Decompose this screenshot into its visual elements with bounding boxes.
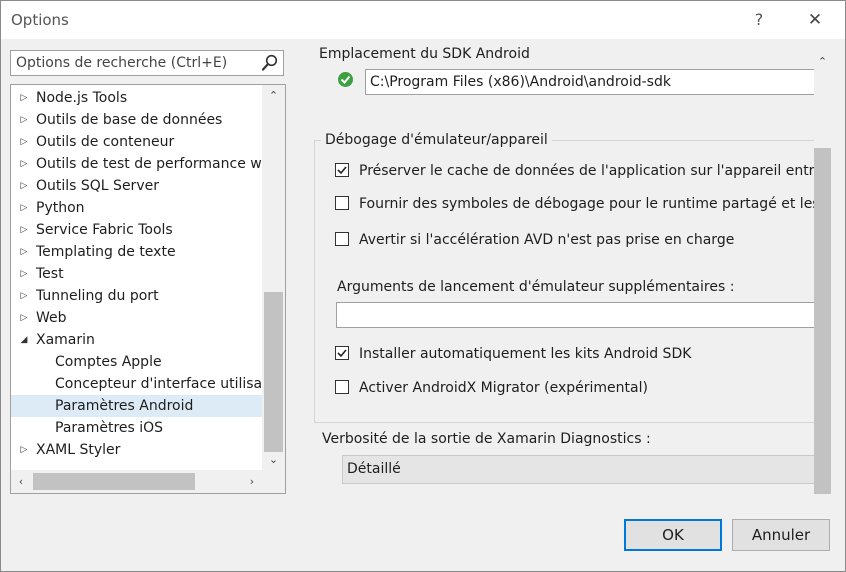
checkbox-box[interactable] xyxy=(335,163,349,177)
collapsed-arrow-icon[interactable]: ▷ xyxy=(18,153,30,175)
tree-item[interactable]: ▷ Python xyxy=(11,197,263,219)
tree-item-label: Python xyxy=(36,200,85,216)
verbosity-dropdown[interactable]: Détaillé xyxy=(342,455,814,484)
collapsed-arrow-icon[interactable]: ▷ xyxy=(18,439,30,461)
tree-item[interactable]: ▷ Outils de conteneur xyxy=(11,131,263,153)
debug-group-title: Débogage d'émulateur/appareil xyxy=(321,132,552,148)
expanded-arrow-icon[interactable]: ◢ xyxy=(18,329,30,351)
collapsed-arrow-icon[interactable]: ▷ xyxy=(18,197,30,219)
tree-item-label: Outils de test de performance web xyxy=(36,156,263,172)
checkbox-box[interactable] xyxy=(335,232,349,246)
sdk-location-label: Emplacement du SDK Android xyxy=(319,46,530,62)
tree-item-label: XAML Styler xyxy=(36,442,121,458)
tree-item[interactable]: ◢ Xamarin xyxy=(11,329,263,351)
checkbox-label: Avertir si l'accélération AVD n'est pas … xyxy=(359,232,735,248)
checkbox-label: Installer automatiquement les kits Andro… xyxy=(359,346,692,362)
title-bar: Options ? ✕ xyxy=(1,1,845,39)
cancel-button[interactable]: Annuler xyxy=(732,519,830,551)
tree-item[interactable]: ▷ Outils de test de performance web xyxy=(11,153,263,175)
tree-item[interactable]: ▷ Outils de base de données xyxy=(11,109,263,131)
tree-item[interactable]: ▷ Test xyxy=(11,263,263,285)
tree-item-label: Outils de conteneur xyxy=(36,134,175,150)
valid-check-icon xyxy=(338,72,353,87)
tree-item[interactable]: Concepteur d'interface utilisateur xyxy=(11,373,263,395)
emulator-args-input[interactable] xyxy=(336,302,814,328)
checkbox-label: Préserver le cache de données de l'appli… xyxy=(359,163,814,179)
sdk-path-field[interactable]: C:\Program Files (x86)\Android\android-s… xyxy=(365,69,814,95)
search-icon[interactable] xyxy=(261,54,279,72)
tree-item-label: Paramètres iOS xyxy=(55,420,164,436)
ok-button[interactable]: OK xyxy=(624,519,722,551)
tree-vertical-scroll-thumb[interactable] xyxy=(264,292,283,452)
search-box[interactable] xyxy=(10,50,284,76)
collapsed-arrow-icon[interactable]: ▷ xyxy=(18,175,30,197)
tree-item-label: Xamarin xyxy=(36,332,95,348)
window-title: Options xyxy=(11,11,69,29)
content-scroll-thumb[interactable] xyxy=(814,148,831,494)
tree-item-label: Outils SQL Server xyxy=(36,178,159,194)
tree-item-label: Test xyxy=(36,266,64,282)
help-button[interactable]: ? xyxy=(746,7,772,33)
tree-item[interactable]: Comptes Apple xyxy=(11,351,263,373)
options-dialog: Options ? ✕ ▷ Node.js Tools ▷ Outils de bas… xyxy=(0,0,846,572)
collapsed-arrow-icon[interactable]: ▷ xyxy=(18,131,30,153)
tree-item[interactable]: ▷ XAML Styler xyxy=(11,439,263,461)
tree-scroll-left-icon[interactable]: ‹ xyxy=(11,472,31,491)
tree-scroll-up-icon[interactable]: ⌃ xyxy=(262,87,285,105)
tree-item-label: Web xyxy=(36,310,67,326)
options-tree[interactable]: ▷ Node.js Tools ▷ Outils de base de données… xyxy=(10,84,286,494)
checkbox-label: Fournir des symboles de débogage pour le… xyxy=(359,196,814,212)
tree-item[interactable]: Paramètres Android xyxy=(11,395,263,417)
collapsed-arrow-icon[interactable]: ▷ xyxy=(18,263,30,285)
tree-item[interactable]: ▷ Templating de texte xyxy=(11,241,263,263)
tree-item-label: Concepteur d'interface utilisateur xyxy=(55,376,263,392)
tree-item[interactable]: ▷ Tunneling du port xyxy=(11,285,263,307)
search-input[interactable] xyxy=(11,51,265,75)
tree-scroll-right-icon[interactable]: › xyxy=(242,472,262,491)
tree-item-label: Service Fabric Tools xyxy=(36,222,173,238)
tree-item[interactable]: ▷ Node.js Tools xyxy=(11,87,263,109)
checkbox-box[interactable] xyxy=(335,346,349,360)
tree-horizontal-scroll-thumb[interactable] xyxy=(33,473,195,490)
emulator-args-label: Arguments de lancement d'émulateur suppl… xyxy=(337,279,735,295)
tree-item[interactable]: ▷ Outils SQL Server xyxy=(11,175,263,197)
tree-item-label: Comptes Apple xyxy=(55,354,162,370)
tree-item[interactable]: Paramètres iOS xyxy=(11,417,263,439)
tree-item-label: Paramètres Android xyxy=(55,398,194,414)
collapsed-arrow-icon[interactable]: ▷ xyxy=(18,241,30,263)
checkbox-box[interactable] xyxy=(335,380,349,394)
tree-item-label: Outils de base de données xyxy=(36,112,223,128)
verbosity-label: Verbosité de la sortie de Xamarin Diagno… xyxy=(322,431,651,447)
collapsed-arrow-icon[interactable]: ▷ xyxy=(18,109,30,131)
settings-content: Emplacement du SDK Android C:\Program Fi… xyxy=(301,41,814,493)
scroll-corner xyxy=(262,470,285,493)
collapsed-arrow-icon[interactable]: ▷ xyxy=(18,219,30,241)
collapsed-arrow-icon[interactable]: ▷ xyxy=(18,87,30,109)
tree-item-label: Node.js Tools xyxy=(36,90,128,106)
collapsed-arrow-icon[interactable]: ▷ xyxy=(18,285,30,307)
tree-item-label: Templating de texte xyxy=(36,244,176,260)
tree-item-label: Tunneling du port xyxy=(36,288,159,304)
content-scroll-up-icon[interactable]: ⌃ xyxy=(814,53,831,71)
tree-item[interactable]: ▷ Service Fabric Tools xyxy=(11,219,263,241)
tree-item[interactable]: ▷ Web xyxy=(11,307,263,329)
collapsed-arrow-icon[interactable]: ▷ xyxy=(18,307,30,329)
checkbox-box[interactable] xyxy=(335,196,349,210)
checkbox-label: Activer AndroidX Migrator (expérimental) xyxy=(359,380,648,396)
close-button[interactable]: ✕ xyxy=(801,7,829,33)
tree-scroll-down-icon[interactable]: ⌄ xyxy=(262,451,285,469)
